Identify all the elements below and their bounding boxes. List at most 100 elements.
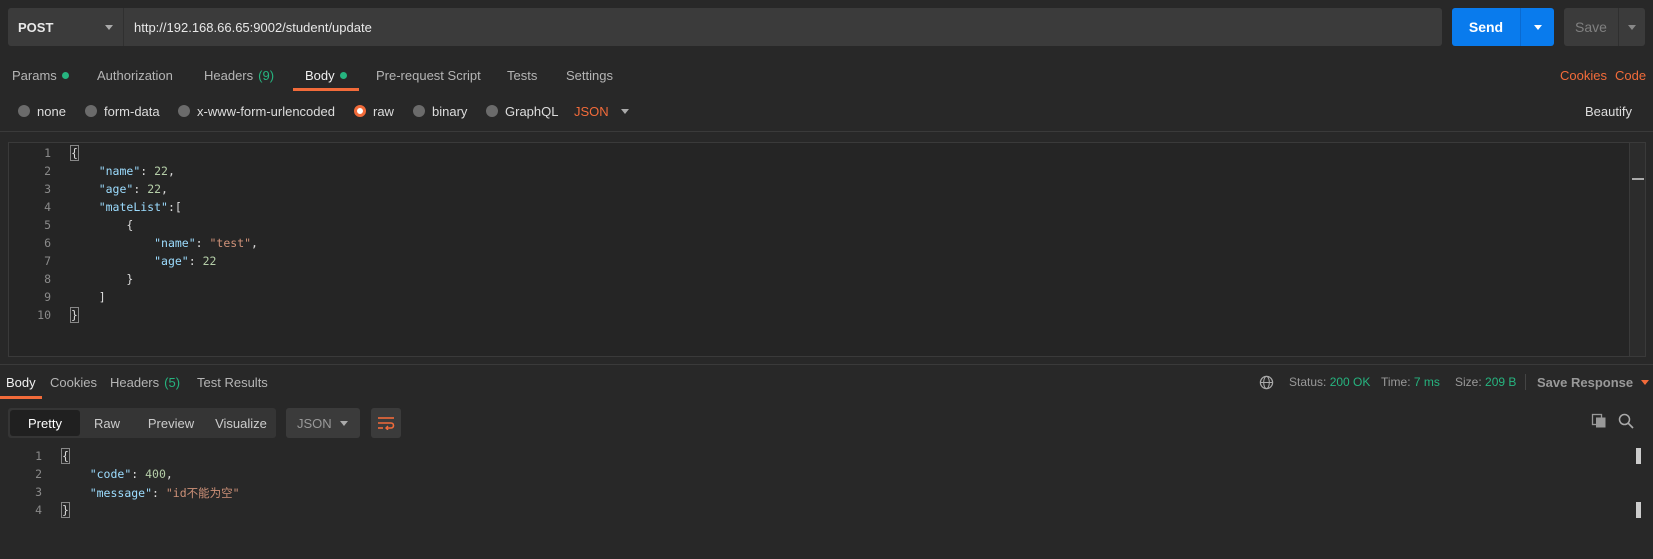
response-tab-test-results[interactable]: Test Results (197, 367, 268, 397)
tab-body[interactable]: Body (293, 60, 359, 91)
response-tab-cookies[interactable]: Cookies (50, 367, 97, 397)
globe-icon-svg (1259, 375, 1274, 389)
method-select[interactable]: POST (8, 8, 123, 46)
response-tab-body[interactable]: Body (0, 367, 42, 399)
tab-label: Settings (566, 67, 613, 83)
scrollbar-marker (1632, 178, 1644, 180)
radio-graphql[interactable]: GraphQL (486, 99, 558, 123)
view-raw[interactable]: Raw (82, 408, 132, 438)
active-dot-icon (339, 71, 347, 79)
code-line: "name": "test", (154, 236, 258, 250)
radio-label: GraphQL (505, 103, 559, 119)
copy-icon[interactable] (1591, 413, 1609, 431)
response-format-select[interactable]: JSON (286, 408, 360, 438)
line-number: 3 (44, 182, 51, 196)
body-type-selector: none form-data x-www-form-urlencoded raw… (0, 99, 1653, 123)
status-value: 200 OK (1329, 375, 1371, 389)
code-line: "age": 22, (98, 182, 168, 196)
language-select[interactable]: JSON (574, 99, 629, 123)
wrap-lines-icon (378, 417, 395, 430)
search-icon-svg (1618, 413, 1634, 429)
radio-checked-icon (354, 105, 366, 117)
response-view-toggle: Pretty Raw Preview Visualize (8, 408, 276, 438)
link-label: Beautify (1585, 103, 1632, 119)
line-number: 2 (35, 467, 42, 481)
tab-label: Pre-request Script (376, 67, 481, 83)
radio-label: raw (373, 103, 394, 119)
line-number: 9 (44, 290, 51, 304)
tab-label: Cookies (50, 374, 97, 390)
line-number: 4 (44, 200, 51, 214)
time-value: 7 ms (1413, 375, 1440, 389)
save-label: Save (1575, 19, 1607, 35)
request-tabs: Params Authorization Headers (9) Body Pr… (0, 60, 1653, 91)
radio-binary[interactable]: binary (413, 99, 467, 123)
headers-count: (5) (164, 374, 181, 390)
line-number: 7 (44, 254, 51, 268)
code-line: { (61, 448, 70, 464)
send-button[interactable]: Send (1452, 8, 1554, 46)
beautify-link[interactable]: Beautify (1585, 99, 1632, 123)
tab-headers[interactable]: Headers (9) (204, 60, 274, 90)
radio-form-data[interactable]: form-data (85, 99, 160, 123)
radio-circle-icon (85, 105, 97, 117)
tab-label: Body (305, 67, 335, 83)
send-options-button[interactable] (1520, 8, 1554, 46)
wrap-lines-button[interactable] (371, 408, 401, 438)
request-body-editor[interactable]: 1 2 3 4 5 6 7 8 9 10 { "name": 22, "age": 22, "ma… (8, 142, 1646, 357)
view-pretty[interactable]: Pretty (10, 410, 80, 436)
active-tab-indicator (293, 88, 359, 91)
line-number: 1 (35, 449, 42, 463)
size-label: Size: (1455, 375, 1482, 389)
save-response-label: Save Response (1537, 374, 1634, 390)
save-button[interactable]: Save (1564, 8, 1645, 46)
save-options-button[interactable] (1618, 8, 1645, 46)
code-link[interactable]: Code (1615, 60, 1646, 90)
chevron-down-icon (1641, 379, 1650, 385)
save-response-button[interactable]: Save Response (1537, 367, 1650, 397)
tab-params[interactable]: Params (12, 60, 69, 90)
response-tab-headers[interactable]: Headers (5) (110, 367, 180, 397)
send-label: Send (1468, 19, 1504, 35)
active-tab-indicator (0, 396, 42, 399)
search-icon[interactable] (1618, 413, 1636, 431)
radio-circle-icon (413, 105, 425, 117)
scrollbar-marker (1636, 502, 1641, 518)
code-line: "name": 22, (98, 164, 175, 178)
line-number: 4 (35, 503, 42, 517)
response-time: Time: 7 ms (1381, 367, 1440, 397)
line-number: 6 (44, 236, 51, 250)
cookies-link[interactable]: Cookies (1560, 60, 1607, 90)
status-label: Status: (1289, 375, 1327, 389)
tab-label: Headers (204, 67, 254, 83)
globe-icon[interactable] (1259, 367, 1274, 397)
tab-settings[interactable]: Settings (566, 60, 613, 90)
divider (0, 131, 1653, 132)
url-bar: POST http://192.168.66.65:9002/student/u… (8, 8, 1442, 46)
line-number: 1 (44, 146, 51, 160)
chevron-down-icon (105, 24, 113, 30)
radio-urlencoded[interactable]: x-www-form-urlencoded (178, 99, 335, 123)
scrollbar[interactable] (1629, 143, 1645, 356)
response-body-viewer[interactable]: 1234 { "code": 400, "message": "id不能为空" … (0, 446, 1653, 559)
code-line: { (70, 145, 79, 161)
view-visualize[interactable]: Visualize (208, 408, 274, 438)
tab-pre-request-script[interactable]: Pre-request Script (376, 60, 481, 90)
code-line: "age": 22 (154, 254, 217, 268)
tab-tests[interactable]: Tests (507, 60, 537, 90)
radio-raw[interactable]: raw (354, 99, 394, 123)
url-input[interactable]: http://192.168.66.65:9002/student/update (123, 8, 1442, 46)
code-line: "code": 400, (89, 467, 173, 481)
view-preview[interactable]: Preview (136, 408, 206, 438)
tab-authorization[interactable]: Authorization (97, 60, 173, 90)
language-label: JSON (574, 103, 609, 119)
line-number: 5 (44, 218, 51, 232)
format-label: JSON (297, 415, 332, 431)
line-number: 2 (44, 164, 51, 178)
radio-none[interactable]: none (18, 99, 66, 123)
code-line: "message": "id不能为空" (89, 486, 240, 500)
code-line: "mateList":[ (98, 200, 182, 214)
tab-label: Tests (507, 67, 538, 83)
radio-circle-icon (18, 105, 30, 117)
divider (0, 364, 1653, 365)
